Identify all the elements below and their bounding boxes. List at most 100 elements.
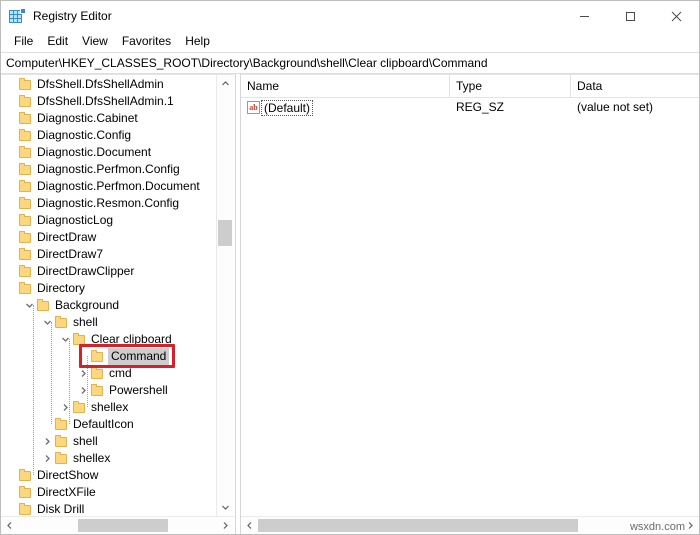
tree-node[interactable]: Diagnostic.Document xyxy=(1,144,216,161)
values-list[interactable]: ab(Default)REG_SZ(value not set) xyxy=(241,98,699,516)
tree-connector-line xyxy=(69,339,70,424)
tree-node[interactable]: DiagnosticLog xyxy=(1,212,216,229)
tree-node-label: Command xyxy=(108,348,169,365)
tree-node[interactable]: DfsShell.DfsShellAdmin.1 xyxy=(1,93,216,110)
menu-favorites[interactable]: Favorites xyxy=(115,32,178,51)
chevron-right-icon[interactable] xyxy=(57,399,73,416)
tree-node[interactable]: Directory xyxy=(1,280,216,297)
maximize-button[interactable] xyxy=(607,1,653,31)
tree-hscroll-thumb[interactable] xyxy=(78,519,168,532)
value-row[interactable]: ab(Default)REG_SZ(value not set) xyxy=(241,98,699,117)
tree-node-label: DirectDrawClipper xyxy=(37,263,134,280)
folder-icon xyxy=(55,416,70,433)
tree-node-label: DirectDraw7 xyxy=(37,246,103,263)
scroll-left-arrow[interactable] xyxy=(1,517,18,534)
column-header-name[interactable]: Name xyxy=(241,75,450,97)
chevron-right-icon[interactable] xyxy=(75,382,91,399)
folder-icon xyxy=(19,467,34,484)
tree-node-label: DefaultIcon xyxy=(73,416,134,433)
tree-node-spacer xyxy=(3,263,19,280)
tree-node-spacer xyxy=(3,195,19,212)
tree-node-label: shell xyxy=(73,433,98,450)
tree-node-label: Diagnostic.Cabinet xyxy=(37,110,138,127)
scroll-down-arrow[interactable] xyxy=(217,499,234,516)
tree-scroll-track[interactable] xyxy=(217,92,234,499)
tree-node-label: cmd xyxy=(109,365,132,382)
title-bar: Registry Editor xyxy=(1,1,699,31)
values-horizontal-scrollbar[interactable] xyxy=(241,516,699,534)
tree-node[interactable]: Diagnostic.Cabinet xyxy=(1,110,216,127)
string-value-icon: ab xyxy=(247,101,260,114)
tree-node[interactable]: Diagnostic.Config xyxy=(1,127,216,144)
tree-node-label: Diagnostic.Perfmon.Document xyxy=(37,178,200,195)
values-hscroll-track[interactable] xyxy=(258,517,682,534)
tree-node[interactable]: DfsShell.DfsShellAdmin xyxy=(1,76,216,93)
menu-view[interactable]: View xyxy=(75,32,115,51)
registry-path-text: Computer\HKEY_CLASSES_ROOT\Directory\Bac… xyxy=(6,56,488,70)
tree-node-label: Diagnostic.Perfmon.Config xyxy=(37,161,180,178)
tree-node-spacer xyxy=(3,501,19,516)
chevron-down-icon[interactable] xyxy=(21,297,37,314)
tree-node[interactable]: Diagnostic.Resmon.Config xyxy=(1,195,216,212)
menu-bar: File Edit View Favorites Help xyxy=(1,31,699,52)
tree-node-label: shell xyxy=(73,314,98,331)
content-area: DfsShell.DfsShellAdminDfsShell.DfsShellA… xyxy=(1,74,699,534)
tree-node-spacer xyxy=(3,280,19,297)
folder-icon xyxy=(91,365,106,382)
address-bar[interactable]: Computer\HKEY_CLASSES_ROOT\Directory\Bac… xyxy=(1,52,699,74)
tree-node-label: DirectDraw xyxy=(37,229,96,246)
folder-icon xyxy=(19,144,34,161)
menu-file[interactable]: File xyxy=(7,32,40,51)
tree-scroll-thumb[interactable] xyxy=(218,220,232,246)
tree-vertical-scrollbar[interactable] xyxy=(216,75,234,516)
tree-node-label: Diagnostic.Document xyxy=(37,144,151,161)
chevron-right-icon[interactable] xyxy=(39,433,55,450)
folder-icon xyxy=(55,433,70,450)
tree-node-label: Disk Drill xyxy=(37,501,84,516)
folder-icon xyxy=(19,229,34,246)
values-scroll-right-arrow[interactable] xyxy=(682,517,699,534)
chevron-down-icon[interactable] xyxy=(39,314,55,331)
tree-node[interactable]: Diagnostic.Perfmon.Config xyxy=(1,161,216,178)
tree-scroll-area: DfsShell.DfsShellAdminDfsShell.DfsShellA… xyxy=(1,74,234,516)
tree-node-label: shellex xyxy=(73,450,110,467)
chevron-right-icon[interactable] xyxy=(75,365,91,382)
chevron-right-icon[interactable] xyxy=(39,450,55,467)
folder-icon xyxy=(91,382,106,399)
window-title: Registry Editor xyxy=(33,9,561,23)
scroll-right-arrow[interactable] xyxy=(217,517,234,534)
tree-hscroll-track[interactable] xyxy=(18,517,217,534)
chevron-down-icon[interactable] xyxy=(57,331,73,348)
tree-node[interactable]: Disk Drill xyxy=(1,501,216,516)
column-header-type[interactable]: Type xyxy=(450,75,571,97)
tree-node-label: DfsShell.DfsShellAdmin xyxy=(37,76,164,93)
tree-node-spacer xyxy=(3,246,19,263)
values-scroll-left-arrow[interactable] xyxy=(241,517,258,534)
value-name-cell[interactable]: ab(Default) xyxy=(241,98,450,117)
tree-node-label: Clear clipboard xyxy=(91,331,172,348)
tree-node[interactable]: DirectDrawClipper xyxy=(1,263,216,280)
tree-node[interactable]: Diagnostic.Perfmon.Document xyxy=(1,178,216,195)
folder-icon xyxy=(19,195,34,212)
menu-edit[interactable]: Edit xyxy=(40,32,75,51)
menu-help[interactable]: Help xyxy=(178,32,217,51)
folder-icon xyxy=(19,501,34,516)
tree-horizontal-scrollbar[interactable] xyxy=(1,516,234,534)
scroll-up-arrow[interactable] xyxy=(217,75,234,92)
folder-icon xyxy=(19,178,34,195)
tree-node-spacer xyxy=(39,416,55,433)
tree-node-spacer xyxy=(75,348,91,365)
registry-key-tree[interactable]: DfsShell.DfsShellAdminDfsShell.DfsShellA… xyxy=(1,75,216,516)
tree-node[interactable]: DirectDraw7 xyxy=(1,246,216,263)
close-button[interactable] xyxy=(653,1,699,31)
tree-node-label: Diagnostic.Config xyxy=(37,127,131,144)
minimize-button[interactable] xyxy=(561,1,607,31)
values-hscroll-thumb[interactable] xyxy=(258,519,578,532)
value-data-cell: (value not set) xyxy=(571,98,699,117)
tree-node-label: shellex xyxy=(91,399,128,416)
tree-node[interactable]: DirectXFile xyxy=(1,484,216,501)
tree-node[interactable]: DirectDraw xyxy=(1,229,216,246)
column-header-data[interactable]: Data xyxy=(571,75,699,97)
tree-node-spacer xyxy=(3,144,19,161)
tree-node-spacer xyxy=(3,127,19,144)
